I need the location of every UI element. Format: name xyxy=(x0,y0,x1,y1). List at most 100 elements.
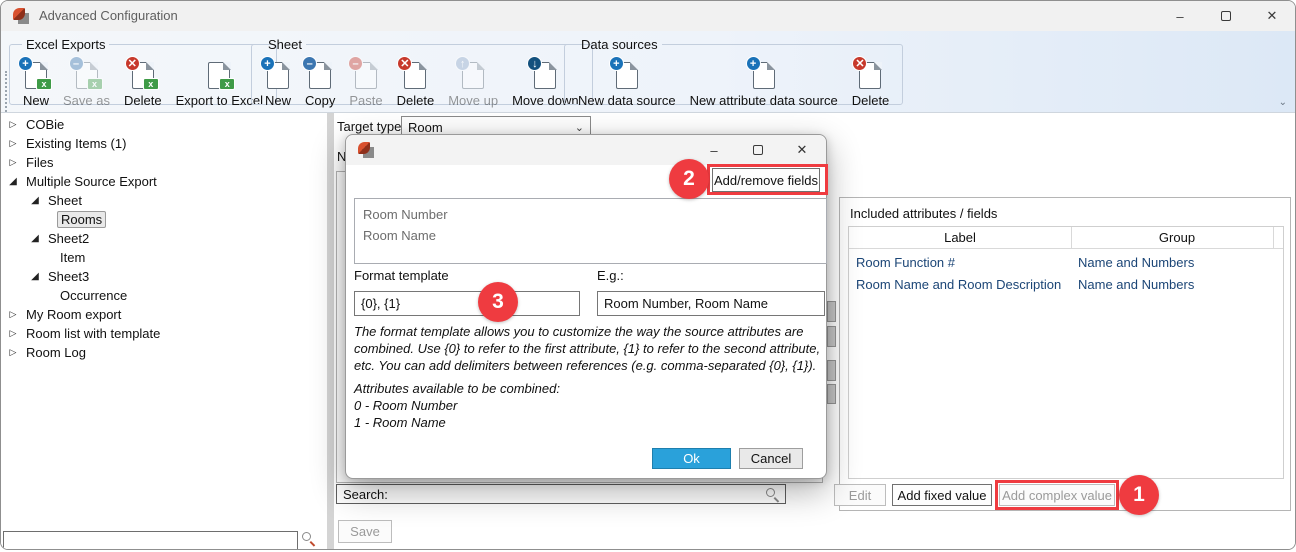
delete-excel-export-button[interactable]: ✕x Delete xyxy=(119,60,167,110)
maximize-button[interactable] xyxy=(1203,1,1249,31)
chevron-expanded-icon[interactable]: ◢ xyxy=(29,233,41,244)
export-tree-panel: ▷ COBie ▷ Existing Items (1) ▷Files ◢ Multi… xyxy=(1,113,327,550)
included-attributes-title: Included attributes / fields xyxy=(850,206,997,221)
new-data-source-button[interactable]: + New data source xyxy=(573,60,681,110)
delete-document-icon: ✕ xyxy=(859,62,881,89)
dialog-title-bar: – ✕ xyxy=(346,135,826,165)
hidden-button-edge[interactable] xyxy=(827,384,836,404)
cell-label: Room Name and Room Description xyxy=(856,277,1061,292)
new-attribute-data-source-button[interactable]: + New attribute data source xyxy=(685,60,843,110)
copy-sheet-button[interactable]: – Copy xyxy=(300,60,340,110)
add-fixed-value-button[interactable]: Add fixed value xyxy=(892,484,992,506)
tree-item-label-selected: Rooms xyxy=(57,211,106,228)
tree-item-files[interactable]: ▷Files xyxy=(7,153,56,172)
app-logo-icon xyxy=(358,142,374,158)
search-icon[interactable] xyxy=(302,532,315,545)
save-button[interactable]: Save xyxy=(338,520,392,543)
new-sheet-button[interactable]: + New xyxy=(260,60,296,110)
toolbar-group-excel-exports: Excel Exports +x New –x Save as ✕x Delet… xyxy=(9,37,277,105)
tree-item-room-list-with-template[interactable]: ▷Room list with template xyxy=(7,324,163,343)
tree-item-room-log[interactable]: ▷ Room Log xyxy=(7,343,89,362)
format-template-input[interactable]: {0}, {1} xyxy=(354,291,580,316)
tree-item-multiple-source-export[interactable]: ◢ Multiple Source Export xyxy=(7,172,160,191)
ok-button[interactable]: Ok xyxy=(652,448,731,469)
chevron-right-icon[interactable]: ▷ xyxy=(7,328,19,339)
chevron-right-icon[interactable]: ▷ xyxy=(7,347,19,358)
save-as-button[interactable]: –x Save as xyxy=(58,60,115,110)
hidden-button-edge[interactable] xyxy=(827,360,836,381)
move-up-button[interactable]: ↑ Move up xyxy=(443,60,503,110)
chevron-right-icon[interactable]: ▷ xyxy=(7,138,19,149)
tree-search-input[interactable] xyxy=(3,531,298,550)
panel-splitter[interactable] xyxy=(327,113,334,550)
field-item[interactable]: Room Number xyxy=(363,204,818,225)
cell-group: Name and Numbers xyxy=(1078,277,1194,292)
delete-data-source-button[interactable]: ✕ Delete xyxy=(847,60,895,110)
close-button[interactable]: ✕ xyxy=(1249,1,1295,31)
dialog-close-button[interactable]: ✕ xyxy=(780,135,824,165)
chevron-expanded-icon[interactable]: ◢ xyxy=(7,176,19,187)
save-as-document-icon: –x xyxy=(76,62,98,89)
tree-item-label: Occurrence xyxy=(57,288,130,303)
tree-item-sheet[interactable]: ◢Sheet xyxy=(29,191,85,210)
example-input[interactable]: Room Number, Room Name xyxy=(597,291,825,316)
attribute-search-input[interactable]: Search: xyxy=(336,484,786,504)
tree-item-label: Room Log xyxy=(23,345,89,360)
included-attributes-groupbox: Included attributes / fields Label Group… xyxy=(839,197,1291,511)
tree-item-cobie[interactable]: ▷ COBie xyxy=(7,115,67,134)
search-label: Search: xyxy=(343,487,388,502)
chevron-expanded-icon[interactable]: ◢ xyxy=(29,195,41,206)
tree-item-rooms[interactable]: Rooms xyxy=(57,210,106,229)
delete-document-excel-icon: ✕x xyxy=(132,62,154,89)
move-down-document-icon: ↓ xyxy=(534,62,556,89)
tree-item-label: Multiple Source Export xyxy=(23,174,160,189)
chevron-right-icon[interactable]: ▷ xyxy=(7,157,19,168)
tree-item-label: Existing Items (1) xyxy=(23,136,129,151)
delete-sheet-button[interactable]: ✕ Delete xyxy=(392,60,440,110)
group-label: Data sources xyxy=(577,37,662,52)
maximize-icon xyxy=(753,145,763,155)
tree-item-label: COBie xyxy=(23,117,67,132)
example-value: Room Number, Room Name xyxy=(604,296,768,311)
format-template-label: Format template xyxy=(354,268,449,283)
paste-sheet-button[interactable]: – Paste xyxy=(344,60,387,110)
fields-listbox[interactable]: Room Number Room Name xyxy=(354,198,827,264)
column-header-label[interactable]: Label xyxy=(849,230,1071,245)
paste-document-icon: – xyxy=(355,62,377,89)
column-divider xyxy=(1273,227,1274,249)
table-row[interactable]: Room Name and Room Description Name and … xyxy=(849,273,1283,295)
target-type-label: Target type xyxy=(337,119,401,134)
tree-item-sheet2[interactable]: ◢ Sheet2 xyxy=(29,229,92,248)
ribbon-collapse-icon[interactable]: ⌄ xyxy=(1279,97,1287,108)
tree-item-occurrence[interactable]: Occurrence xyxy=(57,286,130,305)
annotation-box-add-remove-fields xyxy=(707,164,828,195)
attributes-available-heading: Attributes available to be combined: xyxy=(354,380,560,397)
hidden-button-edge[interactable] xyxy=(827,301,836,322)
column-header-group[interactable]: Group xyxy=(1071,230,1283,245)
tree-item-sheet3[interactable]: ◢ Sheet3 xyxy=(29,267,92,286)
tree-item-label: Sheet3 xyxy=(45,269,92,284)
group-label: Excel Exports xyxy=(22,37,109,52)
target-type-value: Room xyxy=(408,120,443,135)
move-up-document-icon: ↑ xyxy=(462,62,484,89)
new-excel-export-button[interactable]: +x New xyxy=(18,60,54,110)
toolbar: Excel Exports +x New –x Save as ✕x Delet… xyxy=(1,31,1295,113)
chevron-right-icon[interactable]: ▷ xyxy=(7,119,19,130)
format-template-value: {0}, {1} xyxy=(361,296,400,311)
new-document-icon: + xyxy=(616,62,638,89)
tree-item-my-room-export[interactable]: ▷My Room export xyxy=(7,305,124,324)
dialog-maximize-button[interactable] xyxy=(736,135,780,165)
hidden-button-edge[interactable] xyxy=(827,326,836,347)
chevron-expanded-icon[interactable]: ◢ xyxy=(29,271,41,282)
cancel-button[interactable]: Cancel xyxy=(739,448,803,469)
tree-item-item[interactable]: Item xyxy=(57,248,88,267)
minimize-button[interactable]: – xyxy=(1157,1,1203,31)
chevron-right-icon[interactable]: ▷ xyxy=(7,309,19,320)
tree-item-label: Sheet2 xyxy=(45,231,92,246)
table-header-row: Label Group xyxy=(849,227,1283,249)
tree-item-existing-items[interactable]: ▷ Existing Items (1) xyxy=(7,134,129,153)
column-divider xyxy=(1071,227,1072,249)
table-row[interactable]: Room Function # Name and Numbers xyxy=(849,251,1283,273)
edit-button[interactable]: Edit xyxy=(834,484,886,506)
field-item[interactable]: Room Name xyxy=(363,225,818,246)
